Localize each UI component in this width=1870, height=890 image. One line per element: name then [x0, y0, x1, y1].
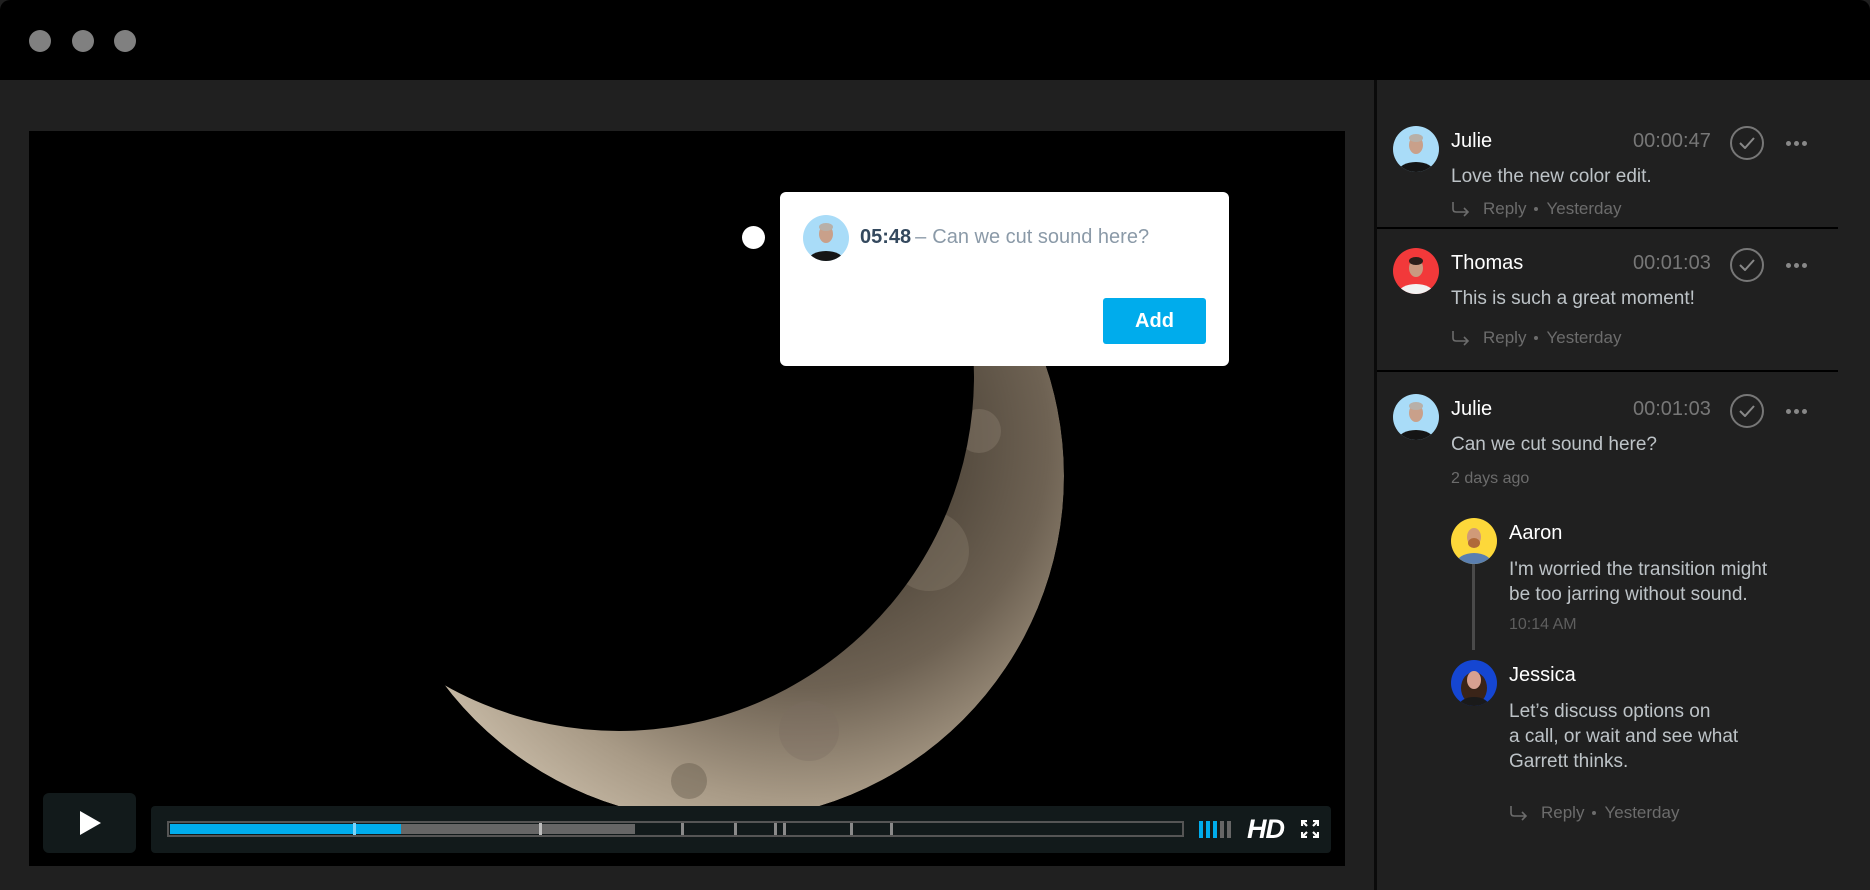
- reply-body-line: I'm worried the transition might: [1509, 559, 1768, 580]
- avatar: [1393, 126, 1439, 172]
- play-button[interactable]: [43, 793, 136, 853]
- reply-body: Let’s discuss options on a call, or wait…: [1509, 699, 1738, 774]
- reply-link[interactable]: Reply: [1541, 803, 1584, 823]
- comment-marker[interactable]: [353, 823, 356, 835]
- reply-body: I'm worried the transition might be too …: [1509, 557, 1767, 607]
- volume-bar[interactable]: [1227, 821, 1231, 838]
- comment-date: Yesterday: [1546, 328, 1622, 347]
- volume-bar[interactable]: [1199, 821, 1203, 838]
- comment-separator: [1377, 370, 1838, 372]
- comment-timecode[interactable]: 00:01:03: [1633, 252, 1711, 275]
- quality-toggle[interactable]: HD: [1247, 814, 1285, 845]
- comment-body: Love the new color edit.: [1451, 166, 1652, 187]
- comment-marker[interactable]: [734, 823, 738, 835]
- separator-dot: [1592, 811, 1597, 815]
- checkmark-icon: [1739, 259, 1755, 271]
- play-icon: [79, 811, 101, 835]
- player-controls: HD: [151, 806, 1331, 853]
- comment-text: Can we cut sound here?: [932, 226, 1150, 248]
- comments-panel: Julie 00:00:47 Love the new color edit. …: [1377, 80, 1870, 890]
- more-options-button[interactable]: [1786, 409, 1808, 415]
- comment-body: Can we cut sound here?: [1451, 434, 1657, 455]
- comment-marker[interactable]: [680, 823, 684, 835]
- window-titlebar: [0, 0, 1870, 80]
- comment-meta: Reply Yesterday: [1509, 803, 1679, 823]
- new-comment-popup: 05:48– Can we cut sound here? Add: [780, 192, 1229, 366]
- minimize-window-button[interactable]: [72, 30, 94, 52]
- thread-connector: [1472, 554, 1475, 650]
- comment-position-marker[interactable]: [742, 226, 765, 249]
- user-avatar-icon: [1451, 660, 1497, 706]
- reply-body-line: Let’s discuss options on: [1509, 701, 1711, 722]
- volume-bar[interactable]: [1220, 821, 1224, 838]
- reply-link[interactable]: Reply: [1483, 328, 1526, 348]
- checkmark-icon: [1739, 405, 1755, 417]
- checkmark-icon: [1739, 137, 1755, 149]
- comment-input[interactable]: 05:48– Can we cut sound here?: [860, 226, 1149, 249]
- volume-bar[interactable]: [1206, 821, 1210, 838]
- close-window-button[interactable]: [29, 30, 51, 52]
- reply-arrow-icon: [1452, 331, 1470, 346]
- user-avatar-icon: [803, 215, 849, 261]
- comment-marker[interactable]: [889, 823, 893, 835]
- separator-dot: [1534, 336, 1539, 340]
- fullscreen-icon[interactable]: [1301, 820, 1319, 838]
- comment-meta: Reply Yesterday: [1451, 199, 1621, 219]
- maximize-window-button[interactable]: [114, 30, 136, 52]
- reply-body-line: a call, or wait and see what: [1509, 726, 1739, 747]
- comment-marker[interactable]: [850, 823, 854, 835]
- comment-timecode[interactable]: 00:00:47: [1633, 130, 1711, 153]
- comment-separator: [1377, 227, 1838, 229]
- avatar: [1451, 660, 1497, 706]
- reply-time: 10:14 AM: [1509, 616, 1577, 633]
- reply-body-line: be too jarring without sound.: [1509, 584, 1748, 605]
- reply-author: Aaron: [1509, 522, 1563, 544]
- avatar: [803, 215, 849, 261]
- reply-body-line: Garrett thinks.: [1509, 751, 1629, 772]
- separator-dot: [1534, 207, 1539, 211]
- user-avatar-icon: [1393, 126, 1439, 172]
- comment-body: This is such a great moment!: [1451, 288, 1695, 309]
- user-avatar-icon: [1393, 248, 1439, 294]
- comment-date: Yesterday: [1546, 199, 1622, 218]
- comment-marker[interactable]: [773, 823, 777, 835]
- comment-author: Julie: [1451, 398, 1493, 420]
- progress-scrubber[interactable]: [167, 821, 1184, 837]
- reply-link[interactable]: Reply: [1483, 199, 1526, 219]
- resolve-button[interactable]: [1730, 394, 1764, 428]
- comment-marker[interactable]: [539, 823, 543, 835]
- avatar: [1393, 248, 1439, 294]
- user-avatar-icon: [1451, 518, 1497, 564]
- comment-author: Julie: [1451, 130, 1493, 152]
- reply-author: Jessica: [1509, 664, 1576, 686]
- add-comment-button[interactable]: Add: [1103, 298, 1206, 344]
- comment-date: 2 days ago: [1451, 470, 1530, 487]
- comment-date: Yesterday: [1604, 803, 1680, 822]
- more-options-button[interactable]: [1786, 141, 1808, 147]
- avatar: [1393, 394, 1439, 440]
- volume-bar[interactable]: [1213, 821, 1217, 838]
- avatar: [1451, 518, 1497, 564]
- comment-meta: Reply Yesterday: [1451, 328, 1621, 348]
- user-avatar-icon: [1393, 394, 1439, 440]
- separator-dash: –: [915, 226, 927, 248]
- resolve-button[interactable]: [1730, 248, 1764, 282]
- comment-timecode: 05:48: [860, 226, 912, 248]
- reply-arrow-icon: [1452, 202, 1470, 217]
- comment-timecode[interactable]: 00:01:03: [1633, 398, 1711, 421]
- reply-arrow-icon: [1510, 806, 1528, 821]
- volume-control[interactable]: [1199, 821, 1231, 838]
- resolve-button[interactable]: [1730, 126, 1764, 160]
- more-options-button[interactable]: [1786, 263, 1808, 269]
- comment-marker[interactable]: [782, 823, 786, 835]
- comment-author: Thomas: [1451, 252, 1524, 274]
- played-bar: [170, 824, 401, 834]
